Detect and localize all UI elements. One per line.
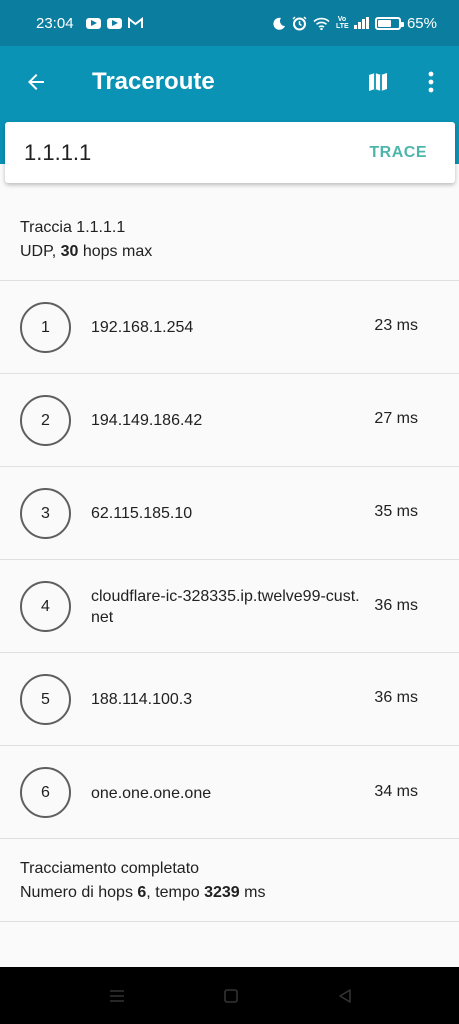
hop-host: cloudflare-ic-328335.ip.twelve99-cust.ne…	[91, 588, 360, 626]
hop-row[interactable]: 2 194.149.186.42 27 ms	[0, 374, 459, 467]
menu-icon	[110, 990, 124, 1002]
hop-number-badge: 1	[20, 302, 71, 353]
hop-host: 192.168.1.254	[91, 319, 194, 336]
youtube-icon	[85, 17, 101, 29]
alarm-icon	[292, 15, 307, 30]
trace-title: Traccia 1.1.1.1	[20, 219, 126, 236]
hop-number-badge: 3	[20, 488, 71, 539]
hop-host: 188.114.100.3	[91, 691, 193, 708]
gmail-icon	[127, 17, 143, 28]
hop-number-badge: 2	[20, 395, 71, 446]
hop-time: 23 ms	[374, 317, 418, 334]
hop-host: one.one.one.one	[91, 785, 212, 802]
trace-max-hops-suffix: hops max	[78, 243, 153, 260]
status-time: 23:04	[36, 14, 74, 32]
status-left: 23:04	[36, 15, 143, 32]
hop-number-badge: 4	[20, 581, 71, 632]
system-nav-bar	[0, 967, 459, 1024]
summary-time-prefix: , tempo	[146, 884, 205, 901]
more-vert-icon	[428, 71, 434, 93]
status-bar: 23:04 Vo LTE 65%	[0, 0, 459, 46]
triangle-back-icon	[339, 989, 351, 1003]
summary-hops-prefix: Numero di hops	[20, 884, 138, 901]
summary-title: Tracciamento completato	[20, 860, 200, 877]
hop-number-badge: 5	[20, 674, 71, 725]
search-card: TRACE	[5, 122, 455, 183]
map-icon	[369, 73, 387, 91]
trace-protocol: UDP,	[20, 243, 61, 260]
battery-icon	[374, 16, 404, 30]
battery-percent: 65%	[406, 14, 437, 32]
arrow-back-icon	[28, 74, 44, 90]
hop-host: 194.149.186.42	[91, 412, 203, 429]
map-button[interactable]	[362, 66, 394, 98]
hop-row[interactable]: 4 cloudflare-ic-328335.ip.twelve99-cust.…	[0, 560, 459, 653]
summary-hops-count: 6	[137, 884, 147, 901]
square-icon	[224, 989, 238, 1003]
home-button[interactable]	[220, 985, 242, 1007]
summary-time-suffix: ms	[239, 884, 266, 901]
trace-button[interactable]: TRACE	[369, 140, 427, 166]
youtube-icon	[106, 17, 122, 29]
hop-time: 27 ms	[374, 410, 418, 427]
battery-fill	[377, 19, 391, 27]
volte-icon: Vo LTE	[335, 16, 349, 30]
back-button[interactable]	[20, 66, 52, 98]
trace-header: Traccia 1.1.1.1 UDP, 30 hops max	[0, 190, 459, 281]
wifi-icon	[313, 17, 330, 30]
hop-host: 62.115.185.10	[91, 505, 193, 522]
back-nav-button[interactable]	[334, 985, 356, 1007]
hop-time: 36 ms	[374, 597, 418, 614]
recents-button[interactable]	[106, 985, 128, 1007]
more-options-button[interactable]	[416, 66, 446, 98]
hop-time: 36 ms	[374, 689, 418, 706]
page-title: Traceroute	[92, 68, 215, 95]
status-right: Vo LTE 65%	[273, 15, 437, 32]
host-input[interactable]	[24, 136, 344, 170]
trace-subtitle: UDP, 30 hops max	[20, 243, 152, 261]
hop-time: 34 ms	[374, 783, 418, 800]
hop-row[interactable]: 5 188.114.100.3 36 ms	[0, 653, 459, 746]
trace-summary: Tracciamento completato Numero di hops 6…	[0, 838, 459, 922]
summary-details: Numero di hops 6, tempo 3239 ms	[20, 884, 265, 902]
hop-time: 35 ms	[374, 503, 418, 520]
summary-time-value: 3239	[204, 884, 240, 901]
hop-row[interactable]: 1 192.168.1.254 23 ms	[0, 281, 459, 374]
moon-icon	[273, 17, 285, 30]
hop-row[interactable]: 3 62.115.185.10 35 ms	[0, 467, 459, 560]
trace-max-hops: 30	[60, 243, 79, 260]
signal-icon	[353, 17, 369, 29]
hop-number-badge: 6	[20, 767, 71, 818]
hop-row[interactable]: 6 one.one.one.one 34 ms	[0, 746, 459, 839]
